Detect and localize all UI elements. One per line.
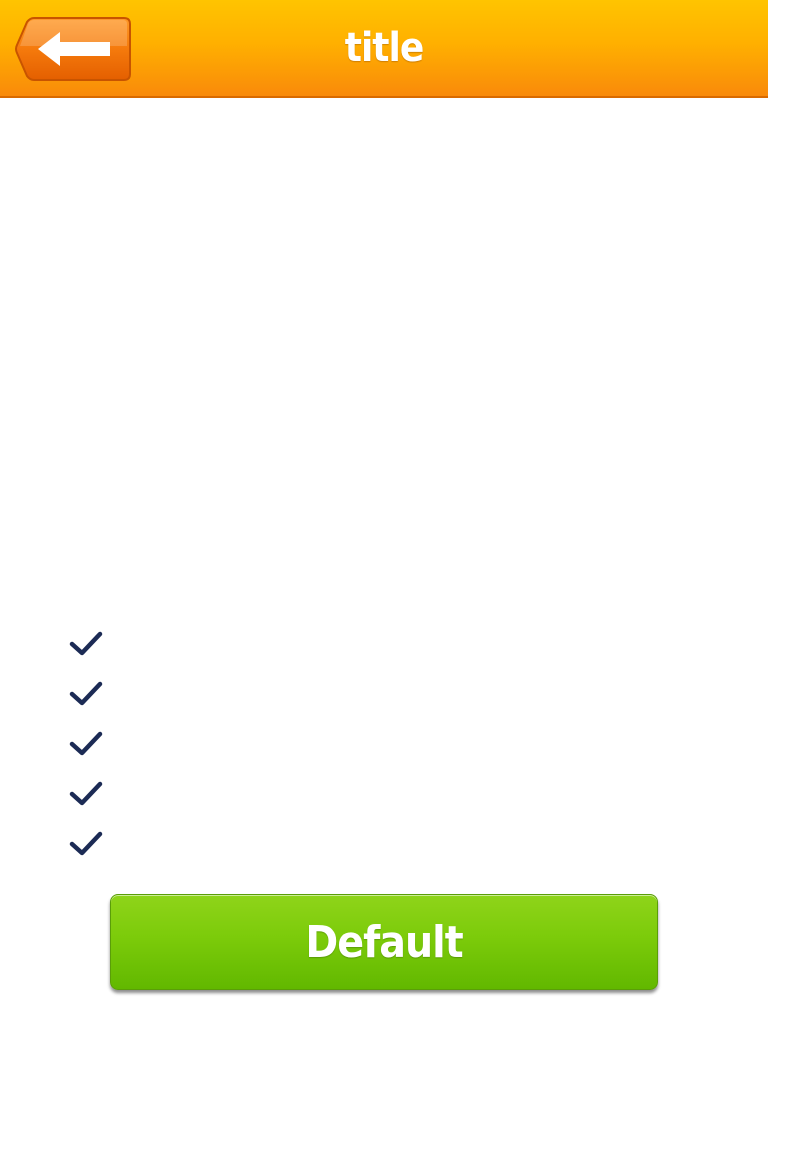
- checkmark-icon: [69, 831, 103, 856]
- header-bar: title: [0, 0, 768, 98]
- check-list-item: [68, 778, 668, 828]
- default-button-label: Default: [305, 916, 463, 968]
- checkmark-icon: [69, 731, 103, 756]
- check-list-item: [68, 828, 668, 878]
- checkmark-icon: [69, 631, 103, 656]
- checkmark-icon: [69, 681, 103, 706]
- back-button[interactable]: [14, 16, 132, 82]
- check-list-item: [68, 678, 668, 728]
- check-list: [68, 628, 668, 878]
- check-list-item: [68, 728, 668, 778]
- check-list-item: [68, 628, 668, 678]
- back-arrow-icon: [15, 17, 131, 81]
- checkmark-icon: [69, 781, 103, 806]
- app-screen: title Default: [0, 0, 801, 1153]
- default-button[interactable]: Default: [110, 894, 658, 990]
